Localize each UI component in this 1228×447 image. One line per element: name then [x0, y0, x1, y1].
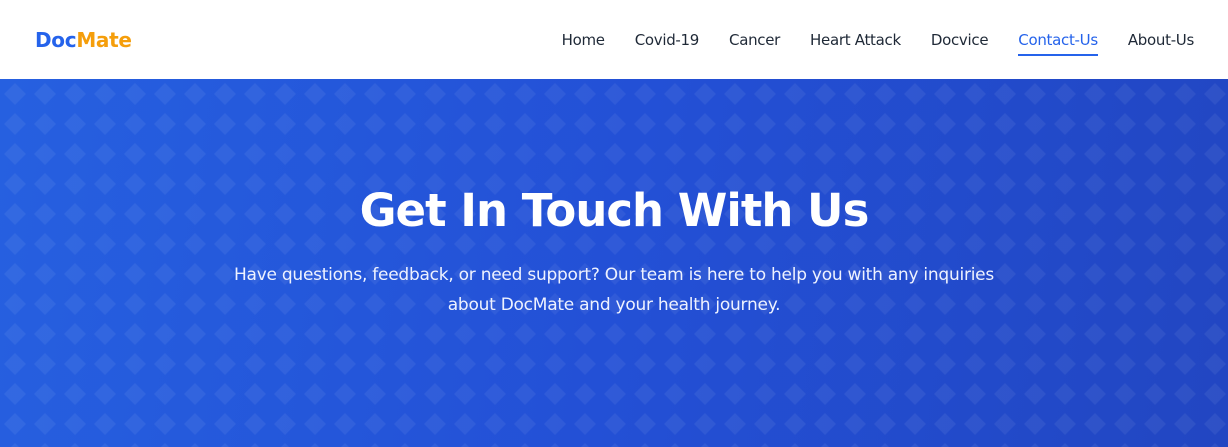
brand-logo[interactable]: DocMate [35, 28, 132, 52]
nav-links: Home Covid-19 Cancer Heart Attack Docvic… [562, 30, 1194, 56]
page-title: Get In Touch With Us [359, 184, 870, 237]
hero-section: Get In Touch With Us Have questions, fee… [0, 79, 1228, 447]
brand-name-part1: Doc [35, 28, 77, 52]
page-subtitle: Have questions, feedback, or need suppor… [234, 265, 994, 315]
nav-link-docvice[interactable]: Docvice [931, 30, 989, 50]
brand-name-part2: Mate [76, 28, 132, 52]
nav-link-contact-us[interactable]: Contact-Us [1018, 30, 1098, 56]
nav-link-about-us[interactable]: About-Us [1128, 30, 1194, 50]
nav-link-heart-attack[interactable]: Heart Attack [810, 30, 901, 50]
nav-link-covid-19[interactable]: Covid-19 [635, 30, 700, 50]
nav-link-cancer[interactable]: Cancer [729, 30, 780, 50]
navbar: DocMate Home Covid-19 Cancer Heart Attac… [0, 0, 1228, 79]
nav-link-home[interactable]: Home [562, 30, 605, 50]
